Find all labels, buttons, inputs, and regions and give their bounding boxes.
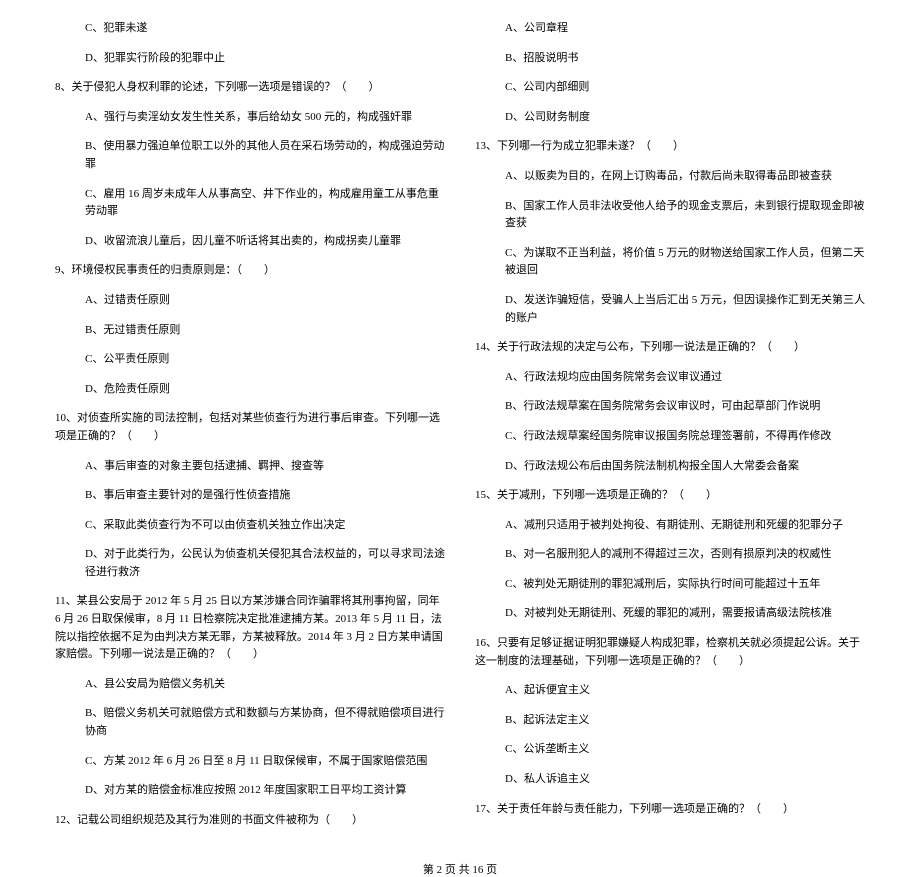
q9-option-a: A、过错责任原则 [85,292,445,310]
q7-option-c: C、犯罪未遂 [85,20,445,38]
q8-option-b: B、使用暴力强迫单位职工以外的其他人员在采石场劳动的，构成强迫劳动罪 [85,138,445,173]
page-footer: 第 2 页 共 16 页 [0,851,920,877]
q10-option-b: B、事后审查主要针对的是强行性侦查措施 [85,487,445,505]
left-column: C、犯罪未遂 D、犯罪实行阶段的犯罪中止 8、关于侵犯人身权利罪的论述，下列哪一… [40,20,460,841]
q9-option-d: D、危险责任原则 [85,381,445,399]
q14-option-b: B、行政法规草案在国务院常务会议审议时，可由起草部门作说明 [505,398,865,416]
q10-option-a: A、事后审查的对象主要包括逮捕、羁押、搜查等 [85,458,445,476]
q11-option-d: D、对方某的赔偿金标准应按照 2012 年度国家职工日平均工资计算 [85,782,445,800]
q15-option-c: C、被判处无期徒刑的罪犯减刑后，实际执行时间可能超过十五年 [505,576,865,594]
q10-option-c: C、采取此类侦查行为不可以由侦查机关独立作出决定 [85,517,445,535]
exam-page: C、犯罪未遂 D、犯罪实行阶段的犯罪中止 8、关于侵犯人身权利罪的论述，下列哪一… [0,0,920,851]
question-12: 12、记载公司组织规范及其行为准则的书面文件被称为（ ） [55,812,445,830]
q13-option-a: A、以贩卖为目的，在网上订购毒品，付款后尚未取得毒品即被查获 [505,168,865,186]
question-15: 15、关于减刑，下列哪一选项是正确的？（ ） [475,487,865,505]
q14-option-c: C、行政法规草案经国务院审议报国务院总理签署前，不得再作修改 [505,428,865,446]
q11-option-a: A、县公安局为赔偿义务机关 [85,676,445,694]
q8-option-a: A、强行与卖淫幼女发生性关系，事后给幼女 500 元的，构成强奸罪 [85,109,445,127]
q16-option-a: A、起诉便宜主义 [505,682,865,700]
q16-option-c: C、公诉垄断主义 [505,741,865,759]
q9-option-b: B、无过错责任原则 [85,322,445,340]
question-17: 17、关于责任年龄与责任能力，下列哪一选项是正确的？（ ） [475,801,865,819]
question-13: 13、下列哪一行为成立犯罪未遂？（ ） [475,138,865,156]
q12-option-a: A、公司章程 [505,20,865,38]
q10-option-d: D、对于此类行为，公民认为侦查机关侵犯其合法权益的，可以寻求司法途径进行救济 [85,546,445,581]
q16-option-b: B、起诉法定主义 [505,712,865,730]
question-8: 8、关于侵犯人身权利罪的论述，下列哪一选项是错误的？（ ） [55,79,445,97]
q9-option-c: C、公平责任原则 [85,351,445,369]
q12-option-c: C、公司内部细则 [505,79,865,97]
right-column: A、公司章程 B、招股说明书 C、公司内部细则 D、公司财务制度 13、下列哪一… [460,20,880,841]
q7-option-d: D、犯罪实行阶段的犯罪中止 [85,50,445,68]
question-11: 11、某县公安局于 2012 年 5 月 25 日以方某涉嫌合同诈骗罪将其刑事拘… [55,593,445,663]
q12-option-d: D、公司财务制度 [505,109,865,127]
q13-option-d: D、发送诈骗短信，受骗人上当后汇出 5 万元，但因误操作汇到无关第三人的账户 [505,292,865,327]
q13-option-c: C、为谋取不正当利益，将价值 5 万元的财物送给国家工作人员，但第二天被退回 [505,245,865,280]
q15-option-a: A、减刑只适用于被判处拘役、有期徒刑、无期徒刑和死缓的犯罪分子 [505,517,865,535]
q16-option-d: D、私人诉追主义 [505,771,865,789]
q14-option-d: D、行政法规公布后由国务院法制机构报全国人大常委会备案 [505,458,865,476]
q11-option-b: B、赔偿义务机关可就赔偿方式和数额与方某协商，但不得就赔偿项目进行协商 [85,705,445,740]
question-10: 10、对侦查所实施的司法控制，包括对某些侦查行为进行事后审查。下列哪一选项是正确… [55,410,445,445]
q11-option-c: C、方某 2012 年 6 月 26 日至 8 月 11 日取保候审，不属于国家… [85,753,445,771]
q13-option-b: B、国家工作人员非法收受他人给予的现金支票后，未到银行提取现金即被查获 [505,198,865,233]
q15-option-b: B、对一名服刑犯人的减刑不得超过三次，否则有损原判决的权威性 [505,546,865,564]
q12-option-b: B、招股说明书 [505,50,865,68]
q8-option-c: C、雇用 16 周岁未成年人从事高空、井下作业的，构成雇用童工从事危重劳动罪 [85,186,445,221]
q15-option-d: D、对被判处无期徒刑、死缓的罪犯的减刑，需要报请高级法院核准 [505,605,865,623]
question-14: 14、关于行政法规的决定与公布，下列哪一说法是正确的？（ ） [475,339,865,357]
question-9: 9、环境侵权民事责任的归责原则是：（ ） [55,262,445,280]
question-16: 16、只要有足够证据证明犯罪嫌疑人构成犯罪，检察机关就必须提起公诉。关于这一制度… [475,635,865,670]
q8-option-d: D、收留流浪儿童后，因儿童不听话将其出卖的，构成拐卖儿童罪 [85,233,445,251]
q14-option-a: A、行政法规均应由国务院常务会议审议通过 [505,369,865,387]
